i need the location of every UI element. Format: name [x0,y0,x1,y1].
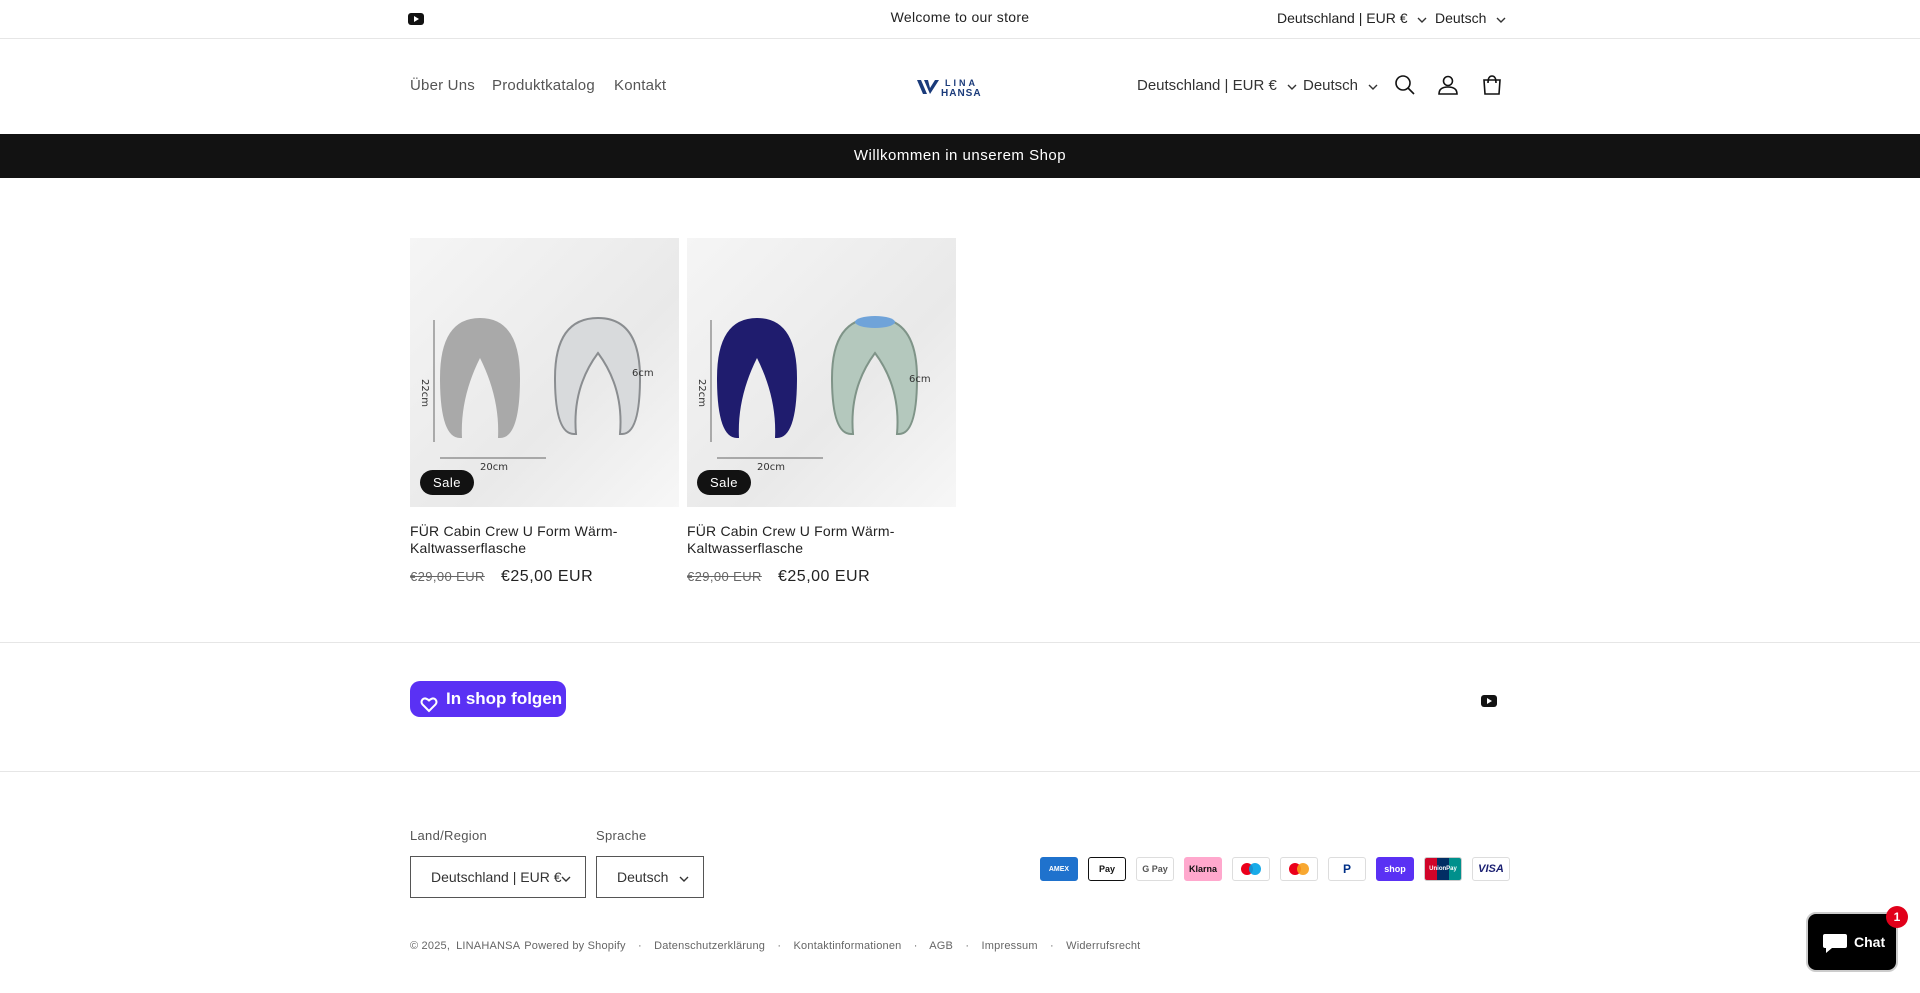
search-icon[interactable] [1393,73,1417,97]
chevron-down-icon [561,857,571,897]
topbar-country-selector[interactable]: Deutschland | EUR € [1277,10,1427,26]
svg-text:22cm: 22cm [419,379,430,407]
svg-text:20cm: 20cm [757,462,785,473]
product-image[interactable]: 22cm 20cm 6cm Sale [410,238,679,507]
unionpay-icon: UnionPay [1424,857,1462,881]
topbar-country-label: Deutschland | EUR € [1277,10,1408,26]
sale-price: €25,00 EUR [778,568,871,585]
chat-bubble-icon [1822,932,1848,957]
product-card[interactable]: 22cm 20cm 6cm Sale FÜR Cabin Crew U Form… [687,238,956,586]
country-region-label: Land/Region [410,828,488,843]
apple-pay-icon: Pay [1088,857,1126,881]
logo-word-bottom: HANSA [941,88,982,98]
header-country-selector[interactable]: Deutschland | EUR € [1137,77,1297,94]
product-prices: €29,00 EUR €25,00 EUR [410,568,679,586]
privacy-link[interactable]: Datenschutzerklärung [654,940,765,952]
header-language-selector[interactable]: Deutsch [1303,77,1378,94]
maestro-icon [1232,857,1270,881]
bottle-shape [553,316,642,435]
chevron-down-icon [1496,10,1506,26]
section-divider [0,642,1920,643]
chevron-down-icon [1417,10,1427,26]
chevron-down-icon [1368,77,1378,94]
site-logo[interactable]: LINA HANSA [915,76,1001,103]
announcement-text: Welcome to our store [890,9,1030,25]
nav-item-contact[interactable]: Kontakt [614,77,666,94]
amex-icon: AMEX [1040,857,1078,881]
svg-text:22cm: 22cm [696,379,707,407]
product-card[interactable]: 22cm 20cm 6cm Sale FÜR Cabin Crew U Form… [410,238,679,586]
powered-by-link[interactable]: Powered by Shopify [524,940,625,952]
sale-badge: Sale [420,470,475,495]
footer-divider [0,771,1920,772]
imprint-link[interactable]: Impressum [982,940,1038,952]
mastercard-icon [1280,857,1318,881]
chevron-down-icon [1287,77,1297,94]
header-country-label: Deutschland | EUR € [1137,77,1277,94]
footer-language-select[interactable]: Deutsch [596,856,704,898]
youtube-icon[interactable] [1481,694,1497,712]
topbar-language-label: Deutsch [1435,10,1487,26]
google-pay-icon: G Pay [1136,857,1174,881]
chat-notification-badge: 1 [1886,906,1908,928]
chevron-down-icon [679,857,689,897]
cart-icon[interactable] [1480,73,1504,97]
product-title[interactable]: FÜR Cabin Crew U Form Wärm-Kaltwasserfla… [687,523,956,557]
pillow-shape [717,318,797,438]
product-title[interactable]: FÜR Cabin Crew U Form Wärm-Kaltwasserfla… [410,523,679,557]
nav-item-about[interactable]: Über Uns [410,77,475,94]
chat-label: Chat [1854,934,1886,950]
terms-link[interactable]: AGB [929,940,953,952]
visa-icon: VISA [1472,857,1510,881]
pillow-shape [440,318,520,438]
contact-info-link[interactable]: Kontaktinformationen [794,940,902,952]
sale-price: €25,00 EUR [501,568,594,585]
bottle-shape [830,316,919,435]
site-header: Über Uns Produktkatalog Kontakt LINA HAN… [0,39,1920,134]
svg-text:20cm: 20cm [480,462,508,473]
footer-language-value: Deutsch [617,869,669,885]
announcement-bar: Welcome to our store Deutschland | EUR €… [0,0,1920,39]
chat-widget-button[interactable]: Chat 1 [1806,906,1908,972]
topbar-language-selector[interactable]: Deutsch [1435,10,1506,26]
follow-shop-button[interactable]: In shop folgen [410,681,566,717]
copyright-text: © 2025, [410,940,451,952]
follow-shop-label: In shop folgen [446,689,563,708]
footer-country-select[interactable]: Deutschland | EUR € [410,856,586,898]
shop-pay-icon: shop [1376,857,1414,881]
account-icon[interactable] [1436,73,1460,97]
product-prices: €29,00 EUR €25,00 EUR [687,568,956,586]
product-image[interactable]: 22cm 20cm 6cm Sale [687,238,956,507]
bottle-cap [855,316,895,328]
svg-text:6cm: 6cm [909,374,931,385]
header-language-label: Deutsch [1303,77,1359,94]
compare-price: €29,00 EUR [687,569,762,584]
footer-country-value: Deutschland | EUR € [431,869,562,885]
welcome-banner: Willkommen in unserem Shop [0,134,1920,178]
logo-word-top: LINA [945,78,978,88]
nav-item-catalog[interactable]: Produktkatalog [492,77,595,94]
klarna-icon: Klarna [1184,857,1222,881]
paypal-icon: P [1328,857,1366,881]
compare-price: €29,00 EUR [410,569,485,584]
sale-badge: Sale [697,470,752,495]
brand-link[interactable]: LINAHANSA [456,940,520,952]
legal-row: © 2025, LINAHANSA Powered by Shopify · Dat… [410,940,1141,952]
svg-text:6cm: 6cm [632,368,654,379]
withdrawal-link[interactable]: Widerrufsrecht [1066,940,1140,952]
language-label: Sprache [596,828,647,843]
heart-icon [420,690,438,726]
